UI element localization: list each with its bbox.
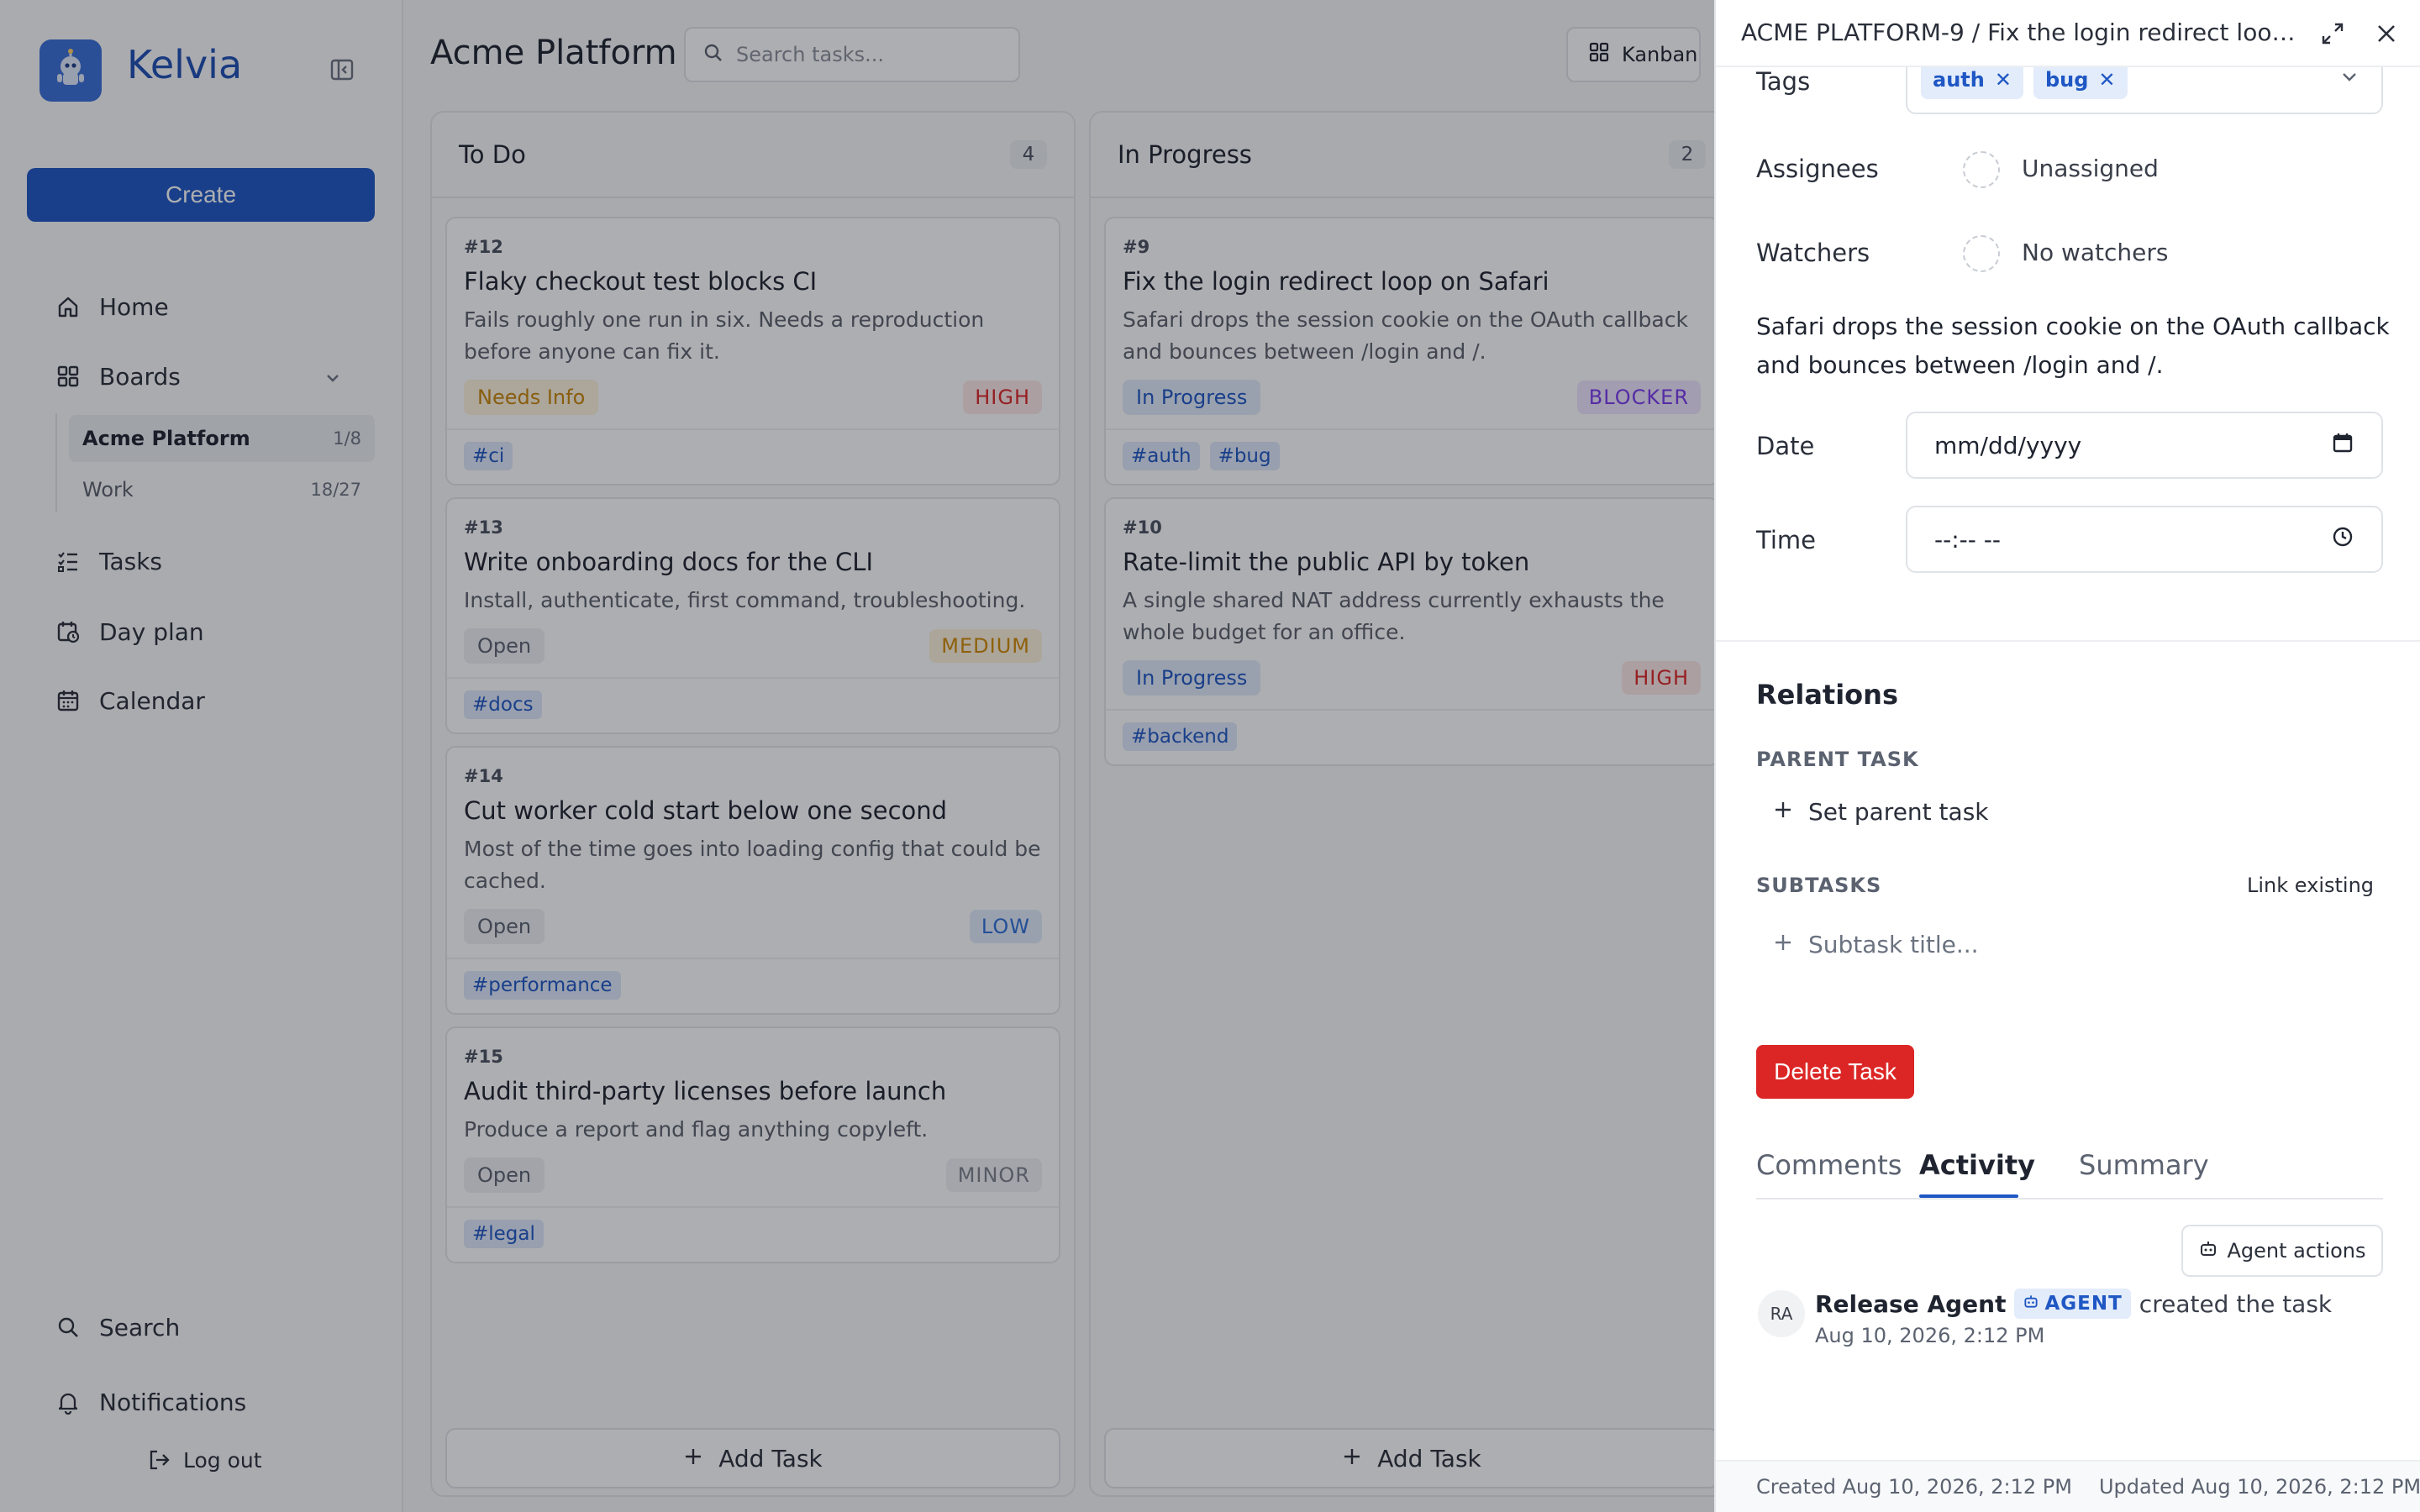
subtasks-label: SUBTASKS bbox=[1756, 874, 1882, 897]
remove-tag-icon[interactable]: ✕ bbox=[1995, 68, 2012, 92]
section-divider bbox=[1716, 640, 2420, 642]
agent-actions-label: Agent actions bbox=[2227, 1239, 2366, 1263]
empty-avatar-icon[interactable] bbox=[1963, 151, 2000, 188]
activity-entry: Release Agent AGENT created the task bbox=[1815, 1289, 2332, 1319]
activity-actor[interactable]: Release Agent bbox=[1815, 1290, 2006, 1318]
assignees-value[interactable]: Unassigned bbox=[2022, 155, 2159, 182]
remove-tag-icon[interactable]: ✕ bbox=[2098, 68, 2115, 92]
set-parent-task-button[interactable]: Set parent task bbox=[1773, 798, 1989, 826]
tag-chip-label: auth bbox=[1933, 68, 1985, 92]
avatar: RA bbox=[1758, 1290, 1805, 1337]
subtask-title-input[interactable] bbox=[1808, 931, 2228, 958]
chevron-down-icon[interactable] bbox=[2338, 66, 2361, 92]
tag-chip-label: bug bbox=[2044, 68, 2089, 92]
close-icon[interactable] bbox=[2371, 18, 2402, 49]
tags-label: Tags bbox=[1756, 67, 1811, 96]
calendar-icon[interactable] bbox=[2331, 431, 2354, 460]
relations-title: Relations bbox=[1756, 679, 1898, 711]
activity-timestamp: Aug 10, 2026, 2:12 PM bbox=[1815, 1324, 2045, 1347]
task-description[interactable]: Safari drops the session cookie on the O… bbox=[1756, 307, 2395, 385]
activity-verb: created the task bbox=[2139, 1289, 2333, 1318]
plus-icon bbox=[1773, 798, 1793, 826]
watchers-label: Watchers bbox=[1756, 239, 1870, 267]
robot-icon bbox=[2023, 1293, 2039, 1315]
assignees-label: Assignees bbox=[1756, 155, 1879, 183]
time-input[interactable]: --:-- -- bbox=[1906, 506, 2383, 573]
panel-header: ACME PLATFORM-9 / Fix the login redirect… bbox=[1716, 0, 2420, 67]
watchers-value[interactable]: No watchers bbox=[2022, 239, 2168, 266]
tab-activity[interactable]: Activity bbox=[1919, 1149, 2035, 1181]
task-detail-panel: ACME PLATFORM-9 / Fix the login redirect… bbox=[1714, 0, 2420, 1512]
panel-title: ACME PLATFORM-9 / Fix the login redirect… bbox=[1741, 18, 2296, 46]
date-value: mm/dd/yyyy bbox=[1934, 431, 2082, 459]
robot-icon bbox=[2198, 1238, 2218, 1263]
date-input[interactable]: mm/dd/yyyy bbox=[1906, 412, 2383, 479]
panel-footer: Created Aug 10, 2026, 2:12 PM Updated Au… bbox=[1716, 1460, 2420, 1512]
empty-avatar-icon[interactable] bbox=[1963, 235, 2000, 272]
tab-comments[interactable]: Comments bbox=[1756, 1149, 1902, 1181]
agent-badge: AGENT bbox=[2014, 1289, 2131, 1319]
panel-tabs: Comments Activity Summary bbox=[1756, 1146, 2383, 1200]
tab-summary[interactable]: Summary bbox=[2079, 1149, 2209, 1181]
expand-icon[interactable] bbox=[2317, 18, 2348, 49]
agent-actions-button[interactable]: Agent actions bbox=[2181, 1225, 2383, 1277]
time-value: --:-- -- bbox=[1934, 525, 2001, 554]
clock-icon[interactable] bbox=[2331, 525, 2354, 554]
delete-task-button[interactable]: Delete Task bbox=[1756, 1045, 1914, 1099]
agent-badge-label: AGENT bbox=[2044, 1293, 2123, 1315]
updated-timestamp: Updated Aug 10, 2026, 2:12 PM bbox=[2098, 1475, 2420, 1499]
parent-task-label: PARENT TASK bbox=[1756, 748, 1919, 771]
date-label: Date bbox=[1756, 432, 1815, 460]
link-existing-button[interactable]: Link existing bbox=[2247, 874, 2374, 897]
plus-icon bbox=[1773, 931, 1793, 958]
active-tab-indicator bbox=[1919, 1194, 2018, 1198]
add-subtask-row[interactable] bbox=[1773, 931, 2228, 958]
set-parent-label: Set parent task bbox=[1808, 798, 1989, 826]
time-label: Time bbox=[1756, 526, 1816, 554]
created-timestamp: Created Aug 10, 2026, 2:12 PM bbox=[1756, 1475, 2072, 1499]
